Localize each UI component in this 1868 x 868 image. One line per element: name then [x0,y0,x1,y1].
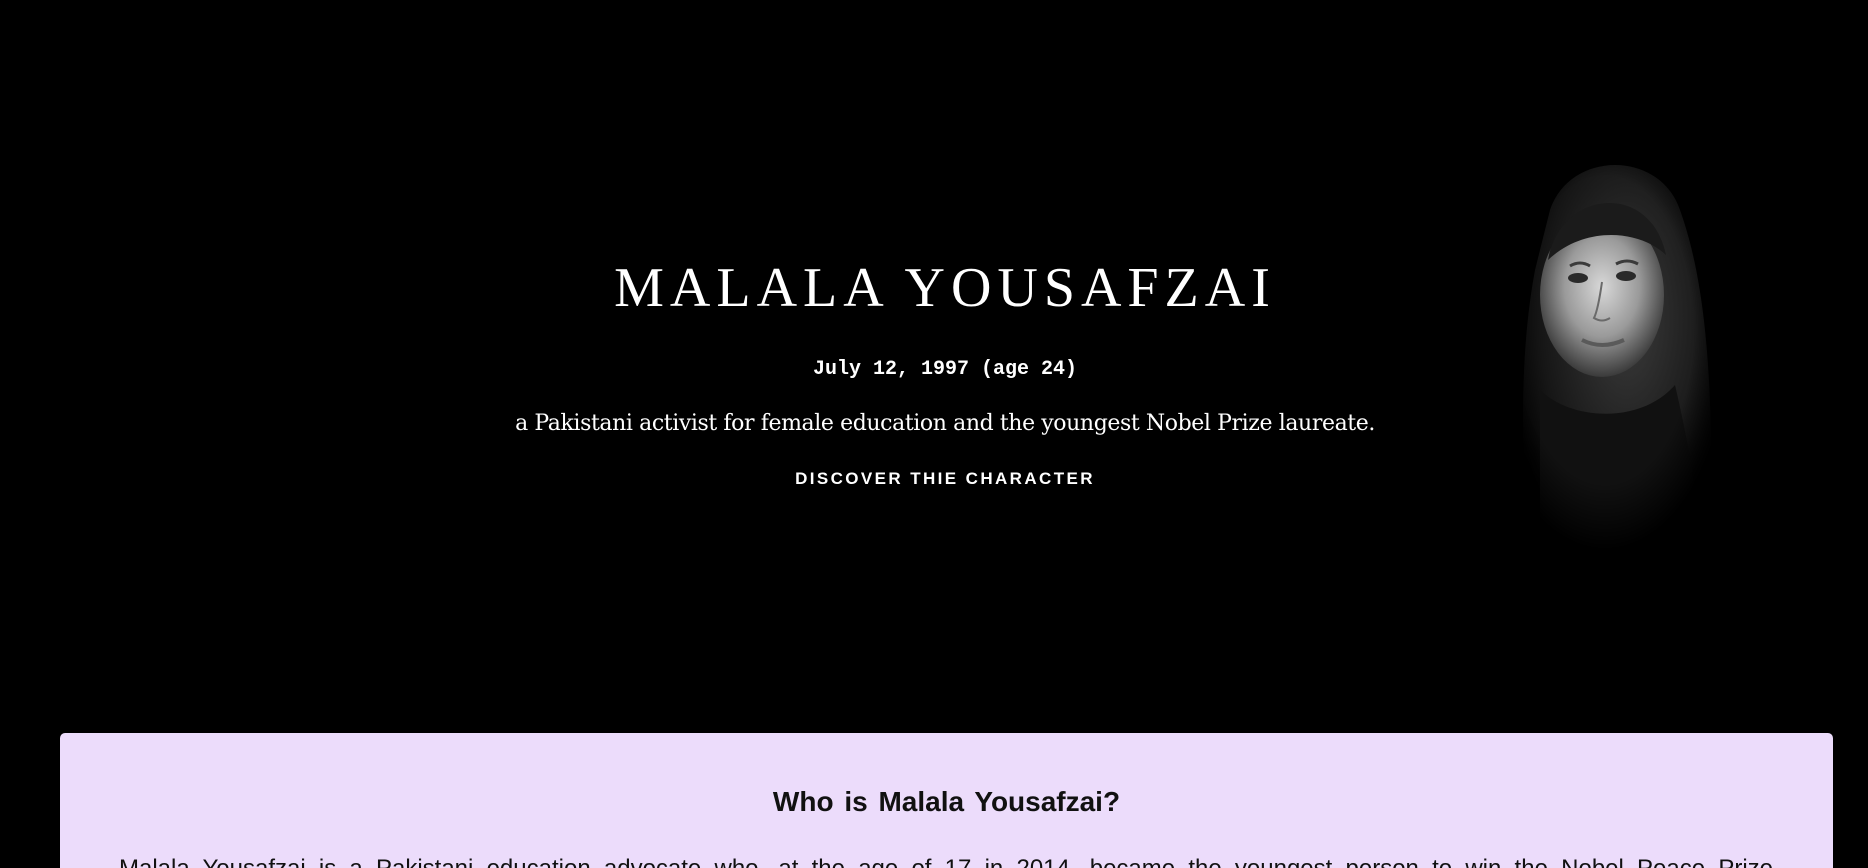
page: MALALA YOUSAFZAI July 12, 1997 (age 24) … [0,0,1868,868]
about-body: Malala Yousafzai is a Pakistani educatio… [119,853,1773,868]
portrait-photo [1523,165,1712,550]
discover-character-link[interactable]: DISCOVER THIE CHARACTER [788,466,1102,492]
hero-section: MALALA YOUSAFZAI July 12, 1997 (age 24) … [0,0,1868,720]
about-card: Who is Malala Yousafzai? Malala Yousafza… [60,733,1833,868]
about-heading: Who is Malala Yousafzai? [772,786,1121,817]
